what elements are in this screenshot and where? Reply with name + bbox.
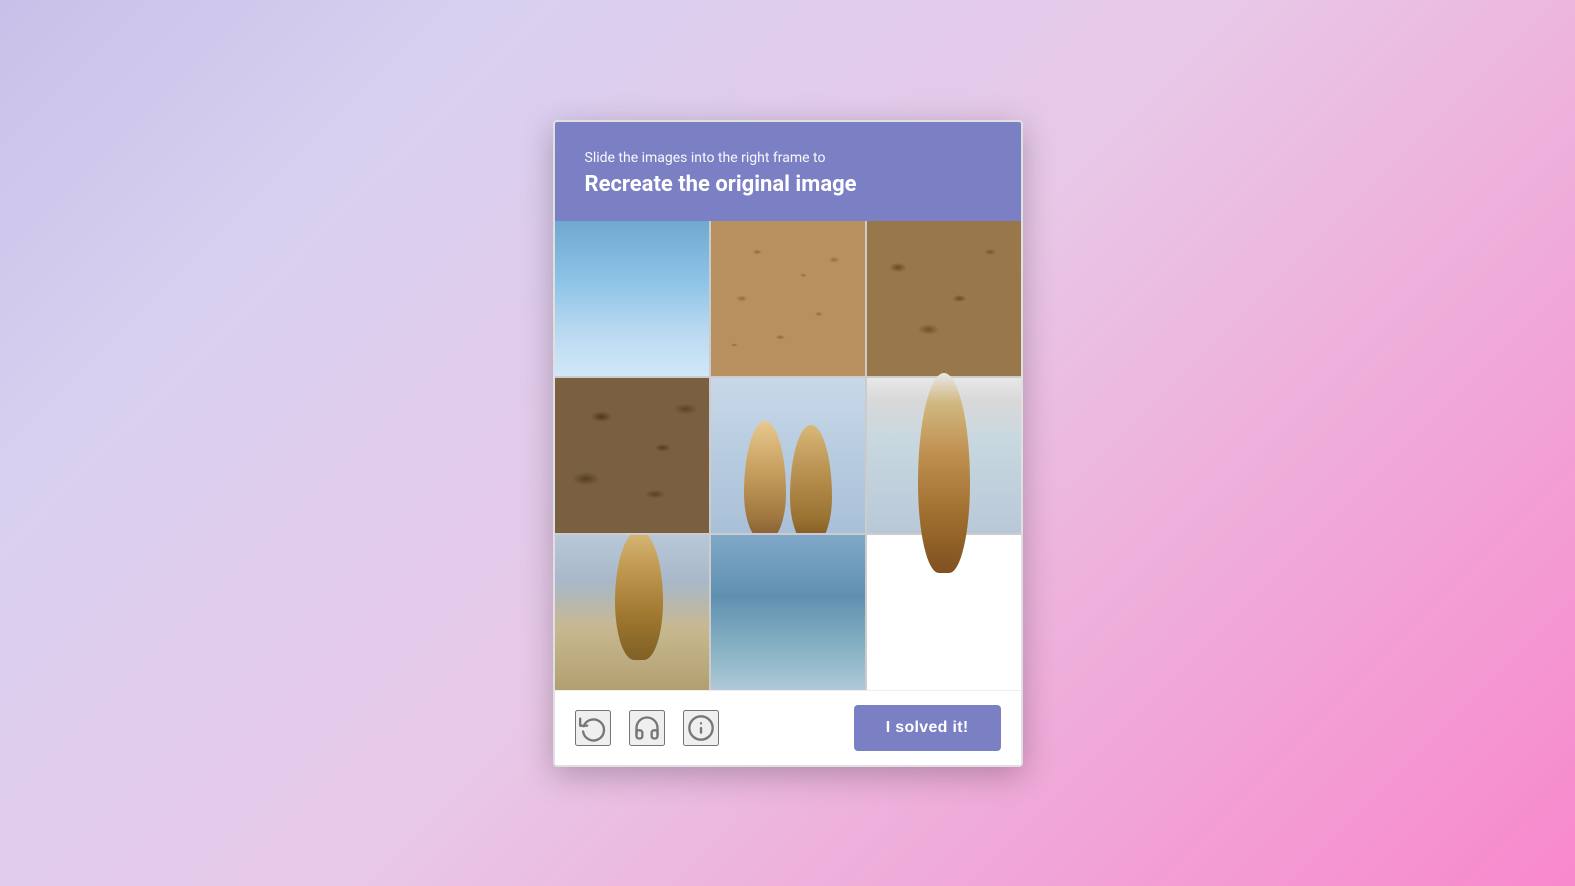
- puzzle-grid[interactable]: [555, 221, 1021, 690]
- info-button[interactable]: [683, 710, 719, 746]
- puzzle-cell-1-0[interactable]: [555, 378, 709, 533]
- info-icon: [687, 714, 715, 742]
- surfboard-bottom-left: [615, 535, 663, 660]
- surfboard-left: [744, 421, 786, 533]
- puzzle-card: Slide the images into the right frame to…: [553, 120, 1023, 767]
- puzzle-cell-1-2[interactable]: [867, 378, 1021, 533]
- puzzle-cell-2-0[interactable]: [555, 535, 709, 690]
- refresh-icon: [579, 714, 607, 742]
- puzzle-header: Slide the images into the right frame to…: [555, 122, 1021, 221]
- headphones-icon: [633, 714, 661, 742]
- footer-icons: [575, 710, 719, 746]
- puzzle-footer: I solved it!: [555, 690, 1021, 765]
- header-subtitle: Slide the images into the right frame to: [585, 150, 991, 166]
- solved-button[interactable]: I solved it!: [854, 705, 1001, 751]
- audio-button[interactable]: [629, 710, 665, 746]
- surfboard-right: [790, 425, 832, 533]
- surfboard-center-right: [918, 373, 970, 573]
- puzzle-cell-1-1[interactable]: [711, 378, 865, 533]
- header-title: Recreate the original image: [585, 172, 991, 197]
- puzzle-cell-0-0[interactable]: [555, 221, 709, 376]
- puzzle-cell-0-2[interactable]: [867, 221, 1021, 376]
- refresh-button[interactable]: [575, 710, 611, 746]
- puzzle-cell-0-1[interactable]: [711, 221, 865, 376]
- puzzle-cell-2-1[interactable]: [711, 535, 865, 690]
